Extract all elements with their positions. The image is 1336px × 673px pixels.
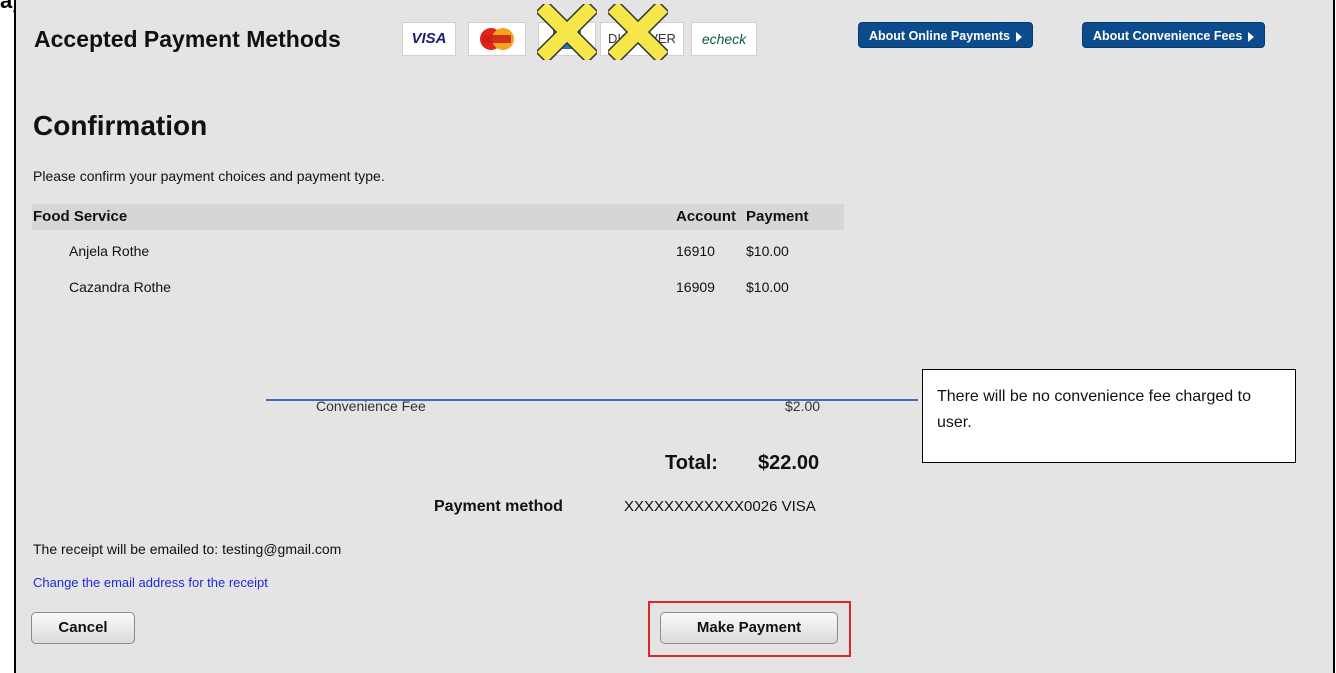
mastercard-logo <box>468 22 526 56</box>
payment-method-value: XXXXXXXXXXXX0026 VISA <box>624 498 816 515</box>
echeck-label: echeck <box>701 31 747 47</box>
column-food-service: Food Service <box>33 208 128 225</box>
play-arrow-icon <box>1248 31 1255 42</box>
visa-logo: VISA <box>402 22 456 56</box>
confirmation-instruction: Please confirm your payment choices and … <box>33 168 385 184</box>
amex-excluded-x-icon <box>537 4 597 60</box>
make-payment-button[interactable]: Make Payment <box>660 612 838 644</box>
total-label: Total: <box>665 452 718 474</box>
echeck-logo: echeck <box>691 22 757 56</box>
payment-method-label: Payment method <box>434 498 563 515</box>
annotation-callout: There will be no convenience fee charged… <box>922 369 1296 463</box>
account-number: 16910 <box>676 243 715 259</box>
column-payment: Payment <box>746 208 809 225</box>
strikethrough-line <box>266 399 918 401</box>
discover-excluded-x-icon <box>608 4 668 60</box>
receipt-email-text: The receipt will be emailed to: testing@… <box>33 541 342 557</box>
about-online-payments-label: About Online Payments <box>869 29 1010 43</box>
mastercard-icon <box>480 28 514 50</box>
student-name: Anjela Rothe <box>69 243 150 259</box>
payment-amount: $10.00 <box>746 243 789 259</box>
accepted-methods-title: Accepted Payment Methods <box>34 26 341 52</box>
account-number: 16909 <box>676 279 715 295</box>
change-email-link[interactable]: Change the email address for the receipt <box>33 575 268 590</box>
about-convenience-fees-button[interactable]: About Convenience Fees <box>1082 22 1266 48</box>
about-convenience-fees-label: About Convenience Fees <box>1093 29 1243 43</box>
total-value: $22.00 <box>758 452 820 474</box>
callout-text: There will be no convenience fee charged… <box>937 388 1251 431</box>
payment-panel: Accepted Payment Methods VISA DISCOVER e… <box>14 0 1335 673</box>
confirmation-heading: Confirmation <box>33 110 208 141</box>
about-online-payments-button[interactable]: About Online Payments <box>858 22 1033 48</box>
play-arrow-icon <box>1016 31 1022 42</box>
cancel-button[interactable]: Cancel <box>31 612 135 644</box>
column-account: Account <box>676 208 736 225</box>
student-name: Cazandra Rothe <box>69 279 171 295</box>
payment-amount: $10.00 <box>746 279 789 295</box>
